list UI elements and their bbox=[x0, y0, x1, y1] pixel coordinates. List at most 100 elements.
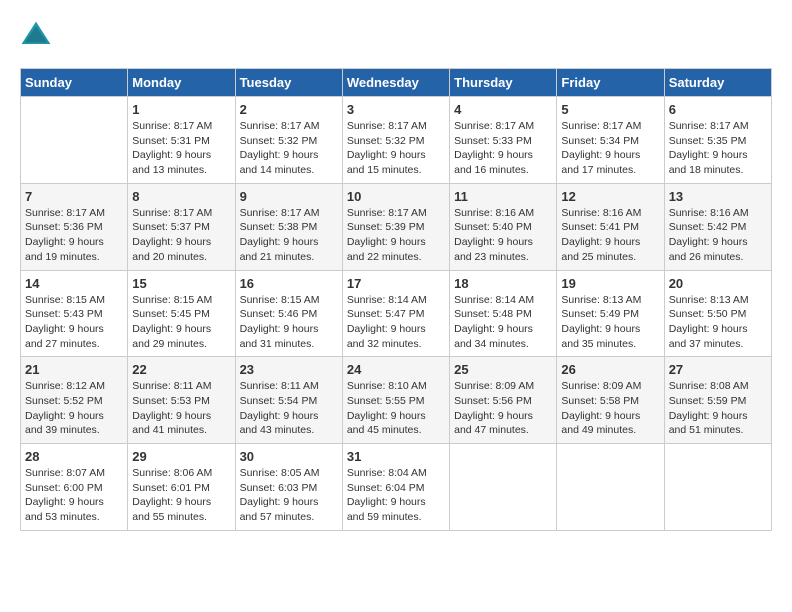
calendar-cell: 12 Sunrise: 8:16 AM Sunset: 5:41 PM Dayli… bbox=[557, 183, 664, 270]
day-info: Sunrise: 8:14 AM Sunset: 5:48 PM Dayligh… bbox=[454, 293, 552, 352]
logo bbox=[20, 20, 56, 52]
day-info: Sunrise: 8:13 AM Sunset: 5:49 PM Dayligh… bbox=[561, 293, 659, 352]
day-number: 29 bbox=[132, 449, 230, 464]
day-number: 7 bbox=[25, 189, 123, 204]
day-number: 19 bbox=[561, 276, 659, 291]
day-number: 10 bbox=[347, 189, 445, 204]
day-number: 3 bbox=[347, 102, 445, 117]
calendar-cell: 4Sunrise: 8:17 AM Sunset: 5:33 PM Daylig… bbox=[450, 97, 557, 184]
calendar-cell: 25Sunrise: 8:09 AM Sunset: 5:56 PM Dayli… bbox=[450, 357, 557, 444]
day-number: 27 bbox=[669, 362, 767, 377]
calendar-cell: 14 Sunrise: 8:15 AM Sunset: 5:43 PM Dayli… bbox=[21, 270, 128, 357]
logo-icon bbox=[20, 20, 52, 52]
day-info: Sunrise: 8:16 AM Sunset: 5:41 PM Dayligh… bbox=[561, 206, 659, 265]
day-number: 14 bbox=[25, 276, 123, 291]
day-number: 31 bbox=[347, 449, 445, 464]
day-number: 22 bbox=[132, 362, 230, 377]
day-number: 12 bbox=[561, 189, 659, 204]
calendar-cell bbox=[664, 444, 771, 531]
day-number: 15 bbox=[132, 276, 230, 291]
calendar-cell: 20 Sunrise: 8:13 AM Sunset: 5:50 PM Dayli… bbox=[664, 270, 771, 357]
day-info: Sunrise: 8:17 AM Sunset: 5:36 PM Dayligh… bbox=[25, 206, 123, 265]
calendar-cell: 22 Sunrise: 8:11 AM Sunset: 5:53 PM Dayli… bbox=[128, 357, 235, 444]
day-info: Sunrise: 8:06 AM Sunset: 6:01 PM Dayligh… bbox=[132, 466, 230, 525]
calendar-cell: 19 Sunrise: 8:13 AM Sunset: 5:49 PM Dayli… bbox=[557, 270, 664, 357]
calendar-day-header: Friday bbox=[557, 69, 664, 97]
calendar-cell: 7 Sunrise: 8:17 AM Sunset: 5:36 PM Daylig… bbox=[21, 183, 128, 270]
day-info: Sunrise: 8:04 AM Sunset: 6:04 PM Dayligh… bbox=[347, 466, 445, 525]
calendar-cell: 2 Sunrise: 8:17 AM Sunset: 5:32 PM Daylig… bbox=[235, 97, 342, 184]
calendar-cell: 5Sunrise: 8:17 AM Sunset: 5:34 PM Daylig… bbox=[557, 97, 664, 184]
calendar-cell bbox=[450, 444, 557, 531]
calendar-cell: 1 Sunrise: 8:17 AM Sunset: 5:31 PM Daylig… bbox=[128, 97, 235, 184]
calendar-header-row: SundayMondayTuesdayWednesdayThursdayFrid… bbox=[21, 69, 772, 97]
calendar-cell: 9 Sunrise: 8:17 AM Sunset: 5:38 PM Daylig… bbox=[235, 183, 342, 270]
day-number: 26 bbox=[561, 362, 659, 377]
day-number: 21 bbox=[25, 362, 123, 377]
calendar-cell: 26 Sunrise: 8:09 AM Sunset: 5:58 PM Dayli… bbox=[557, 357, 664, 444]
day-number: 30 bbox=[240, 449, 338, 464]
calendar-table: SundayMondayTuesdayWednesdayThursdayFrid… bbox=[20, 68, 772, 531]
day-info: Sunrise: 8:17 AM Sunset: 5:32 PM Dayligh… bbox=[347, 119, 445, 178]
calendar-cell: 10Sunrise: 8:17 AM Sunset: 5:39 PM Dayli… bbox=[342, 183, 449, 270]
day-number: 16 bbox=[240, 276, 338, 291]
calendar-cell: 21 Sunrise: 8:12 AM Sunset: 5:52 PM Dayli… bbox=[21, 357, 128, 444]
day-info: Sunrise: 8:13 AM Sunset: 5:50 PM Dayligh… bbox=[669, 293, 767, 352]
calendar-cell: 17 Sunrise: 8:14 AM Sunset: 5:47 PM Dayli… bbox=[342, 270, 449, 357]
day-info: Sunrise: 8:11 AM Sunset: 5:53 PM Dayligh… bbox=[132, 379, 230, 438]
day-number: 18 bbox=[454, 276, 552, 291]
day-number: 23 bbox=[240, 362, 338, 377]
day-info: Sunrise: 8:16 AM Sunset: 5:40 PM Dayligh… bbox=[454, 206, 552, 265]
day-info: Sunrise: 8:10 AM Sunset: 5:55 PM Dayligh… bbox=[347, 379, 445, 438]
day-info: Sunrise: 8:17 AM Sunset: 5:33 PM Dayligh… bbox=[454, 119, 552, 178]
day-number: 8 bbox=[132, 189, 230, 204]
calendar-week-row: 28 Sunrise: 8:07 AM Sunset: 6:00 PM Dayli… bbox=[21, 444, 772, 531]
day-number: 24 bbox=[347, 362, 445, 377]
day-number: 1 bbox=[132, 102, 230, 117]
day-info: Sunrise: 8:17 AM Sunset: 5:31 PM Dayligh… bbox=[132, 119, 230, 178]
calendar-cell: 15Sunrise: 8:15 AM Sunset: 5:45 PM Dayli… bbox=[128, 270, 235, 357]
calendar-cell: 31 Sunrise: 8:04 AM Sunset: 6:04 PM Dayli… bbox=[342, 444, 449, 531]
calendar-day-header: Saturday bbox=[664, 69, 771, 97]
calendar-cell: 8 Sunrise: 8:17 AM Sunset: 5:37 PM Daylig… bbox=[128, 183, 235, 270]
calendar-cell: 3 Sunrise: 8:17 AM Sunset: 5:32 PM Daylig… bbox=[342, 97, 449, 184]
calendar-cell: 16Sunrise: 8:15 AM Sunset: 5:46 PM Dayli… bbox=[235, 270, 342, 357]
day-number: 11 bbox=[454, 189, 552, 204]
day-number: 2 bbox=[240, 102, 338, 117]
calendar-day-header: Wednesday bbox=[342, 69, 449, 97]
day-info: Sunrise: 8:17 AM Sunset: 5:35 PM Dayligh… bbox=[669, 119, 767, 178]
day-info: Sunrise: 8:12 AM Sunset: 5:52 PM Dayligh… bbox=[25, 379, 123, 438]
calendar-cell: 24 Sunrise: 8:10 AM Sunset: 5:55 PM Dayli… bbox=[342, 357, 449, 444]
calendar-week-row: 1 Sunrise: 8:17 AM Sunset: 5:31 PM Daylig… bbox=[21, 97, 772, 184]
day-number: 20 bbox=[669, 276, 767, 291]
day-info: Sunrise: 8:17 AM Sunset: 5:38 PM Dayligh… bbox=[240, 206, 338, 265]
day-number: 9 bbox=[240, 189, 338, 204]
day-number: 6 bbox=[669, 102, 767, 117]
day-info: Sunrise: 8:11 AM Sunset: 5:54 PM Dayligh… bbox=[240, 379, 338, 438]
calendar-week-row: 21 Sunrise: 8:12 AM Sunset: 5:52 PM Dayli… bbox=[21, 357, 772, 444]
calendar-cell bbox=[557, 444, 664, 531]
day-info: Sunrise: 8:17 AM Sunset: 5:32 PM Dayligh… bbox=[240, 119, 338, 178]
day-info: Sunrise: 8:09 AM Sunset: 5:58 PM Dayligh… bbox=[561, 379, 659, 438]
calendar-cell: 23 Sunrise: 8:11 AM Sunset: 5:54 PM Dayli… bbox=[235, 357, 342, 444]
day-info: Sunrise: 8:15 AM Sunset: 5:43 PM Dayligh… bbox=[25, 293, 123, 352]
calendar-body: 1 Sunrise: 8:17 AM Sunset: 5:31 PM Daylig… bbox=[21, 97, 772, 531]
day-number: 5 bbox=[561, 102, 659, 117]
calendar-day-header: Thursday bbox=[450, 69, 557, 97]
calendar-cell: 13 Sunrise: 8:16 AM Sunset: 5:42 PM Dayli… bbox=[664, 183, 771, 270]
calendar-cell: 28 Sunrise: 8:07 AM Sunset: 6:00 PM Dayli… bbox=[21, 444, 128, 531]
day-info: Sunrise: 8:17 AM Sunset: 5:37 PM Dayligh… bbox=[132, 206, 230, 265]
calendar-cell: 6 Sunrise: 8:17 AM Sunset: 5:35 PM Daylig… bbox=[664, 97, 771, 184]
calendar-cell: 11 Sunrise: 8:16 AM Sunset: 5:40 PM Dayli… bbox=[450, 183, 557, 270]
day-number: 13 bbox=[669, 189, 767, 204]
day-info: Sunrise: 8:07 AM Sunset: 6:00 PM Dayligh… bbox=[25, 466, 123, 525]
calendar-day-header: Monday bbox=[128, 69, 235, 97]
day-number: 17 bbox=[347, 276, 445, 291]
day-number: 28 bbox=[25, 449, 123, 464]
calendar-week-row: 7 Sunrise: 8:17 AM Sunset: 5:36 PM Daylig… bbox=[21, 183, 772, 270]
day-info: Sunrise: 8:16 AM Sunset: 5:42 PM Dayligh… bbox=[669, 206, 767, 265]
calendar-cell: 29 Sunrise: 8:06 AM Sunset: 6:01 PM Dayli… bbox=[128, 444, 235, 531]
calendar-day-header: Sunday bbox=[21, 69, 128, 97]
calendar-cell bbox=[21, 97, 128, 184]
day-info: Sunrise: 8:14 AM Sunset: 5:47 PM Dayligh… bbox=[347, 293, 445, 352]
